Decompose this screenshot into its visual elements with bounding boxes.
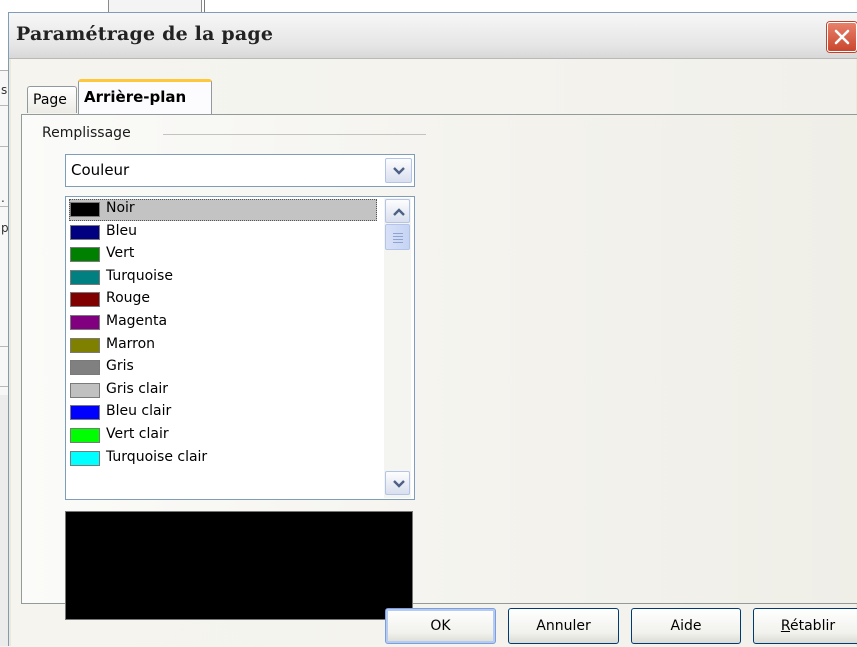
- background-char: .: [1, 191, 5, 205]
- scroll-thumb[interactable]: [385, 224, 410, 250]
- color-name: Turquoise clair: [106, 448, 208, 465]
- fill-type-select[interactable]: Couleur: [65, 154, 415, 187]
- chevron-down-icon: [393, 167, 405, 175]
- color-list-item[interactable]: Bleu clair: [69, 402, 377, 424]
- scroll-down-button[interactable]: [385, 471, 410, 495]
- color-name: Vert clair: [106, 426, 169, 442]
- color-list-item[interactable]: Turquoise clair: [69, 448, 377, 470]
- color-swatch: [70, 428, 100, 443]
- color-name: Bleu clair: [106, 403, 172, 420]
- group-separator: [163, 134, 426, 135]
- ok-button[interactable]: OK: [385, 608, 496, 644]
- help-button[interactable]: Aide: [631, 608, 741, 644]
- color-list-item[interactable]: Gris: [69, 357, 377, 379]
- color-list-item[interactable]: Noir: [69, 199, 377, 221]
- cancel-button[interactable]: Annuler: [508, 608, 619, 644]
- dialog-content: Page Arrière-plan Remplissage Couleur No…: [11, 59, 857, 647]
- grip-line: [393, 236, 403, 237]
- color-list-item[interactable]: Magenta: [69, 312, 377, 334]
- grip-line: [393, 242, 403, 243]
- page-setup-dialog: Paramétrage de la page Page Arrière-plan…: [8, 12, 857, 647]
- color-swatch: [70, 405, 100, 421]
- color-list-item[interactable]: Vert clair: [69, 425, 377, 447]
- color-preview: [65, 511, 413, 620]
- color-swatch: [70, 269, 100, 285]
- color-name: Marron: [106, 335, 156, 352]
- color-list-scrollbar[interactable]: [384, 198, 411, 498]
- fill-type-value: Couleur: [71, 161, 130, 179]
- color-name: Magenta: [106, 313, 168, 329]
- reset-label: établir: [790, 618, 836, 634]
- color-list[interactable]: Noir Bleu Vert Turquoise Rouge Magenta Marron G…: [65, 196, 415, 500]
- color-list-item[interactable]: Bleu: [69, 222, 377, 244]
- background-char: s: [1, 83, 8, 97]
- color-name: Gris clair: [106, 380, 169, 397]
- color-swatch: [70, 224, 100, 240]
- color-name: Turquoise: [106, 267, 173, 284]
- color-swatch: [70, 337, 100, 353]
- color-swatch: [70, 315, 100, 330]
- dialog-title: Paramétrage de la page: [16, 23, 274, 45]
- color-list-item[interactable]: Turquoise: [69, 267, 377, 289]
- color-list-item[interactable]: Vert: [69, 244, 377, 266]
- close-icon: [834, 29, 850, 45]
- color-swatch: [70, 202, 100, 217]
- color-name: Vert: [106, 245, 135, 262]
- color-list-item[interactable]: Rouge: [69, 289, 377, 311]
- color-name: Bleu: [106, 222, 137, 239]
- grip-line: [393, 233, 403, 234]
- color-name: Gris: [106, 358, 134, 375]
- color-name: Rouge: [106, 290, 151, 307]
- reset-mnemonic: R: [780, 618, 790, 634]
- color-list-item[interactable]: Marron: [69, 335, 377, 357]
- dropdown-button[interactable]: [385, 158, 412, 183]
- tab-background[interactable]: Arrière-plan: [78, 79, 212, 114]
- chevron-up-icon: [393, 208, 405, 216]
- color-swatch: [70, 450, 100, 466]
- fill-group-label: Remplissage: [42, 125, 131, 141]
- color-list-item[interactable]: Gris clair: [69, 380, 377, 402]
- reset-button[interactable]: Rétablir: [753, 608, 857, 644]
- scroll-up-button[interactable]: [385, 199, 410, 223]
- color-swatch: [70, 247, 100, 263]
- grip-line: [393, 239, 403, 240]
- color-swatch: [70, 360, 100, 376]
- title-bar[interactable]: Paramétrage de la page: [9, 13, 857, 59]
- tab-page[interactable]: Page: [27, 86, 77, 113]
- color-swatch: [70, 292, 100, 308]
- color-name: Noir: [106, 200, 135, 216]
- color-swatch: [70, 382, 100, 398]
- chevron-down-icon: [393, 480, 405, 488]
- close-button[interactable]: [827, 22, 857, 52]
